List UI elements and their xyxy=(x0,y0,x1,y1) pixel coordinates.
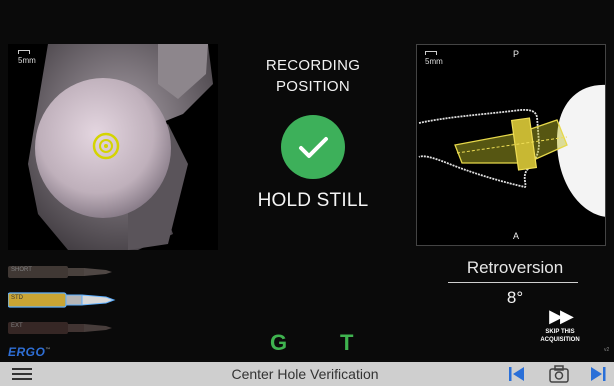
status-message: HOLD STILL xyxy=(257,190,369,211)
drill-bit-std-icon xyxy=(7,292,116,308)
drill-ext-label: EXT xyxy=(11,323,23,329)
drill-short-option[interactable]: SHORT xyxy=(8,262,116,282)
axial-slice-diagram xyxy=(418,85,605,217)
fast-forward-icon: ▶▶ xyxy=(549,306,574,326)
capture-button[interactable] xyxy=(548,365,570,383)
drill-ext-option[interactable]: EXT xyxy=(8,318,116,338)
retroversion-label: Retroversion xyxy=(466,258,564,277)
skip-label-line-1: SKIP THIS xyxy=(545,329,575,335)
posterior-label: P xyxy=(513,49,520,59)
indicator-g: G xyxy=(270,330,288,355)
skip-label-line-2: ACQUISITION xyxy=(540,337,580,343)
brand-name: ERGO xyxy=(8,345,46,359)
navigation-screen: 5mm RECORDING POSITION HOLD STILL 5mm P … xyxy=(0,0,614,386)
skip-back-icon xyxy=(509,367,524,381)
retroversion-value: 8° xyxy=(506,288,524,307)
version-label: v2 xyxy=(604,347,610,353)
glenoid-3d-view: 5mm xyxy=(8,44,218,250)
indicator-t: T xyxy=(340,330,354,355)
skip-forward-icon xyxy=(591,367,606,381)
camera-icon xyxy=(549,365,569,383)
scapula-model xyxy=(28,44,213,250)
drill-std-option[interactable]: STD xyxy=(7,290,116,310)
next-step-button[interactable] xyxy=(588,365,610,383)
hamburger-menu-icon[interactable] xyxy=(12,368,32,381)
axial-2d-view: 5mm P A xyxy=(416,44,606,246)
anterior-label: A xyxy=(513,231,520,241)
scale-label-left: 5mm xyxy=(18,56,36,65)
status-title: RECORDING POSITION xyxy=(228,55,398,97)
status-line-1: RECORDING xyxy=(265,57,361,74)
drill-bit-ext-icon xyxy=(8,322,112,334)
check-icon xyxy=(299,137,328,158)
scale-label-right: 5mm xyxy=(425,57,443,66)
step-title: Center Hole Verification xyxy=(231,366,379,382)
brand-trademark: ™ xyxy=(45,347,51,353)
retroversion-divider xyxy=(448,282,578,283)
scale-indicator-left: 5mm xyxy=(18,50,36,65)
drill-std-label: STD xyxy=(11,295,23,301)
skip-acquisition-button[interactable]: ▶▶ SKIP THIS ACQUISITION xyxy=(524,306,596,352)
scale-indicator-right: 5mm xyxy=(425,51,443,66)
previous-step-button[interactable] xyxy=(506,365,528,383)
status-line-2: POSITION xyxy=(275,78,351,95)
drill-short-label: SHORT xyxy=(11,267,32,273)
bottom-toolbar: Center Hole Verification xyxy=(0,362,614,386)
brand-logo: ERGO™ xyxy=(8,345,51,359)
status-check-indicator xyxy=(281,115,345,179)
